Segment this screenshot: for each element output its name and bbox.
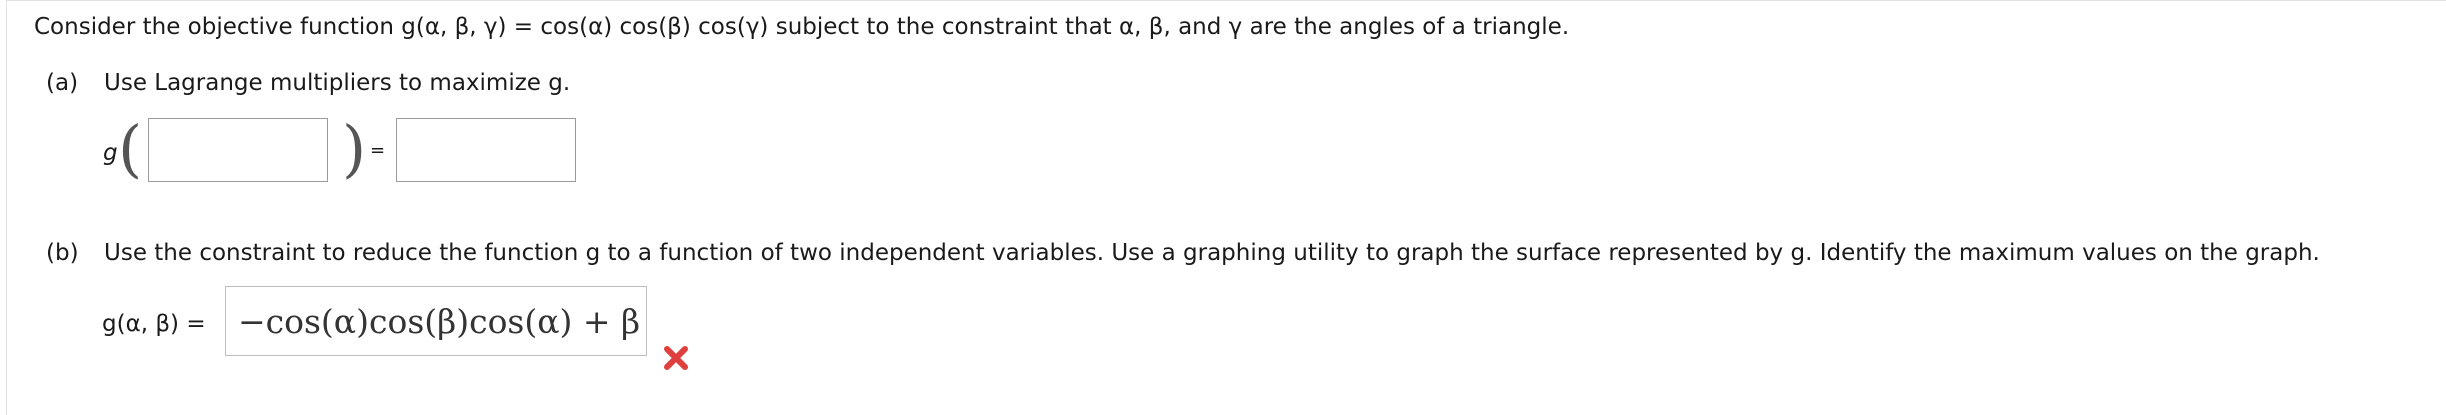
- max-value-input[interactable]: [396, 118, 576, 182]
- equals-sign: =: [370, 140, 386, 161]
- problem-statement: Consider the objective function g(α, β, …: [34, 14, 1570, 40]
- incorrect-x-icon: [664, 346, 688, 370]
- part-b-label: (b): [46, 240, 79, 266]
- part-b-instruction: Use the constraint to reduce the functio…: [104, 240, 2320, 266]
- part-a-function-name: g: [103, 140, 118, 166]
- part-b-answer-label: g(α, β) =: [102, 311, 206, 337]
- reduced-function-answer[interactable]: −cos(α)cos(β)cos(α) + β: [225, 286, 647, 356]
- critical-point-input[interactable]: [148, 118, 328, 182]
- right-paren: ): [342, 112, 367, 185]
- part-a-instruction: Use Lagrange multipliers to maximize g.: [104, 70, 571, 96]
- left-paren: (: [118, 112, 143, 185]
- part-a-label: (a): [46, 70, 79, 96]
